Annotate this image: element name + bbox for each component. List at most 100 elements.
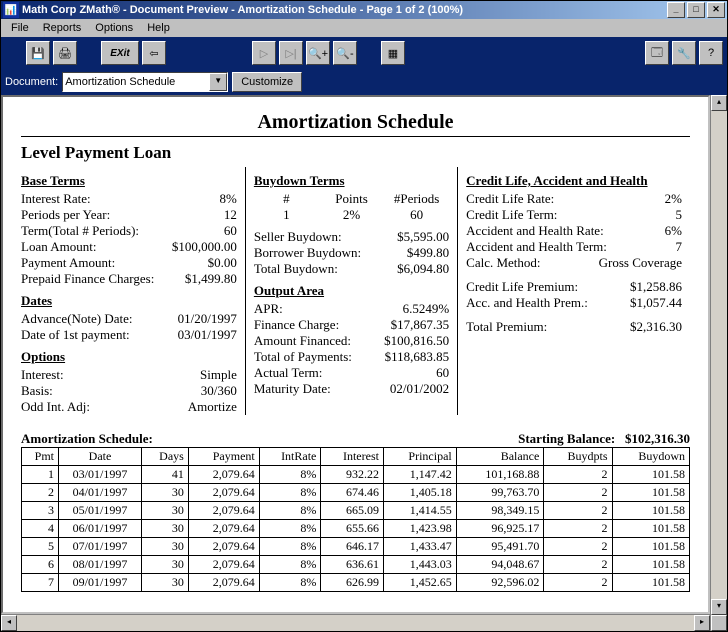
table-cell: 1 [22,466,59,484]
value: 01/20/1997 [178,311,237,327]
table-cell: 101.58 [612,538,689,556]
table-cell: 30 [142,556,189,574]
table-cell: 95,491.70 [456,538,544,556]
menu-file[interactable]: File [5,21,35,35]
back-button[interactable]: ⇦ [142,41,166,65]
table-row: 507/01/1997302,079.648%646.171,433.4795,… [22,538,690,556]
zoom-out-button[interactable]: 🔍- [333,41,357,65]
value: $1,057.44 [630,295,682,311]
table-cell: 1,414.55 [383,502,456,520]
table-row: 305/01/1997302,079.648%665.091,414.5598,… [22,502,690,520]
label: Total Buydown: [254,261,338,277]
value: 5 [676,207,683,223]
table-cell: 2 [544,520,612,538]
table-cell: 3 [22,502,59,520]
value: 03/01/1997 [178,327,237,343]
print-button[interactable]: 🖨 [53,41,77,65]
table-cell: 94,048.67 [456,556,544,574]
save-button[interactable]: 💾 [26,41,50,65]
end-button[interactable]: ▷| [279,41,303,65]
tools-button[interactable]: 🔧 [672,41,696,65]
table-row: 608/01/1997302,079.648%636.611,443.0394,… [22,556,690,574]
table-cell: 2,079.64 [188,484,259,502]
calc-button[interactable]: ▦ [381,41,405,65]
maximize-button[interactable]: □ [687,2,705,18]
buydown-line: 1 2% 60 [254,207,449,223]
table-cell: 30 [142,574,189,592]
menu-options[interactable]: Options [89,21,139,35]
starting-balance: Starting Balance: $102,316.30 [518,431,690,447]
table-header: Date [59,448,142,466]
horizontal-scrollbar[interactable]: ◂ ▸ [1,614,710,631]
document-bar: Document: Amortization Schedule ▼ Custom… [1,69,727,95]
minimize-button[interactable]: _ [667,2,685,18]
value: 30/360 [201,383,237,399]
scroll-track-v[interactable] [711,111,727,599]
label: Actual Term: [254,365,323,381]
scroll-right-icon[interactable]: ▸ [694,615,710,631]
label: APR: [254,301,283,317]
value: $100,000.00 [172,239,237,255]
value: $6,094.80 [397,261,449,277]
close-button[interactable]: ✕ [707,2,725,18]
table-header: Buydown [612,448,689,466]
value: $1,499.80 [185,271,237,287]
table-cell: 03/01/1997 [59,466,142,484]
exit-button[interactable]: EXit [101,41,139,65]
label: Amount Financed: [254,333,351,349]
table-cell: 1,405.18 [383,484,456,502]
base-term-row: Prepaid Finance Charges:$1,499.80 [21,271,237,287]
buydown-terms-heading: Buydown Terms [254,173,449,189]
value: 60 [436,365,449,381]
table-cell: 8% [259,556,321,574]
customize-button[interactable]: Customize [232,72,302,92]
table-cell: 8% [259,574,321,592]
option-row: Odd Int. Adj:Amortize [21,399,237,415]
table-cell: 2 [22,484,59,502]
scroll-left-icon[interactable]: ◂ [1,615,17,631]
print-icon: 🖨 [58,47,72,60]
table-cell: 98,349.15 [456,502,544,520]
back-icon: ⇦ [149,47,158,60]
table-cell: 1,147.42 [383,466,456,484]
play-icon: ▷ [260,47,268,60]
menu-reports[interactable]: Reports [37,21,88,35]
table-cell: 8% [259,502,321,520]
credit-row: Credit Life Rate:2% [466,191,682,207]
table-cell: 08/01/1997 [59,556,142,574]
value: 8% [220,191,237,207]
label: Total of Payments: [254,349,352,365]
properties-button[interactable]: 🗔 [645,41,669,65]
zoom-in-button[interactable]: 🔍+ [306,41,330,65]
table-cell: 06/01/1997 [59,520,142,538]
table-cell: 101,168.88 [456,466,544,484]
table-cell: 99,763.70 [456,484,544,502]
scroll-down-icon[interactable]: ▾ [711,599,727,615]
table-cell: 2 [544,556,612,574]
table-cell: 655.66 [321,520,384,538]
table-cell: 7 [22,574,59,592]
table-cell: 1,443.03 [383,556,456,574]
label: Accident and Health Term: [466,239,607,255]
table-cell: 8% [259,520,321,538]
output-row: Maturity Date:02/01/2002 [254,381,449,397]
table-row: 204/01/1997302,079.648%674.461,405.1899,… [22,484,690,502]
document-preview: Amortization Schedule Level Payment Loan… [1,95,710,614]
scroll-up-icon[interactable]: ▴ [711,95,727,111]
value: 6% [665,223,682,239]
table-cell: 1,423.98 [383,520,456,538]
scroll-track[interactable] [17,615,694,631]
menu-help[interactable]: Help [141,21,176,35]
table-cell: 05/01/1997 [59,502,142,520]
table-cell: 932.22 [321,466,384,484]
table-cell: 101.58 [612,466,689,484]
document-select[interactable]: Amortization Schedule ▼ [62,72,228,92]
page: Amortization Schedule Level Payment Loan… [3,97,708,602]
label: Interest Rate: [21,191,91,207]
value: $1,258.86 [630,279,682,295]
app-icon [3,2,19,18]
label: Advance(Note) Date: [21,311,133,327]
vertical-scrollbar[interactable]: ▴ ▾ [710,95,727,631]
play-button[interactable]: ▷ [252,41,276,65]
help-button[interactable]: ? [699,41,723,65]
